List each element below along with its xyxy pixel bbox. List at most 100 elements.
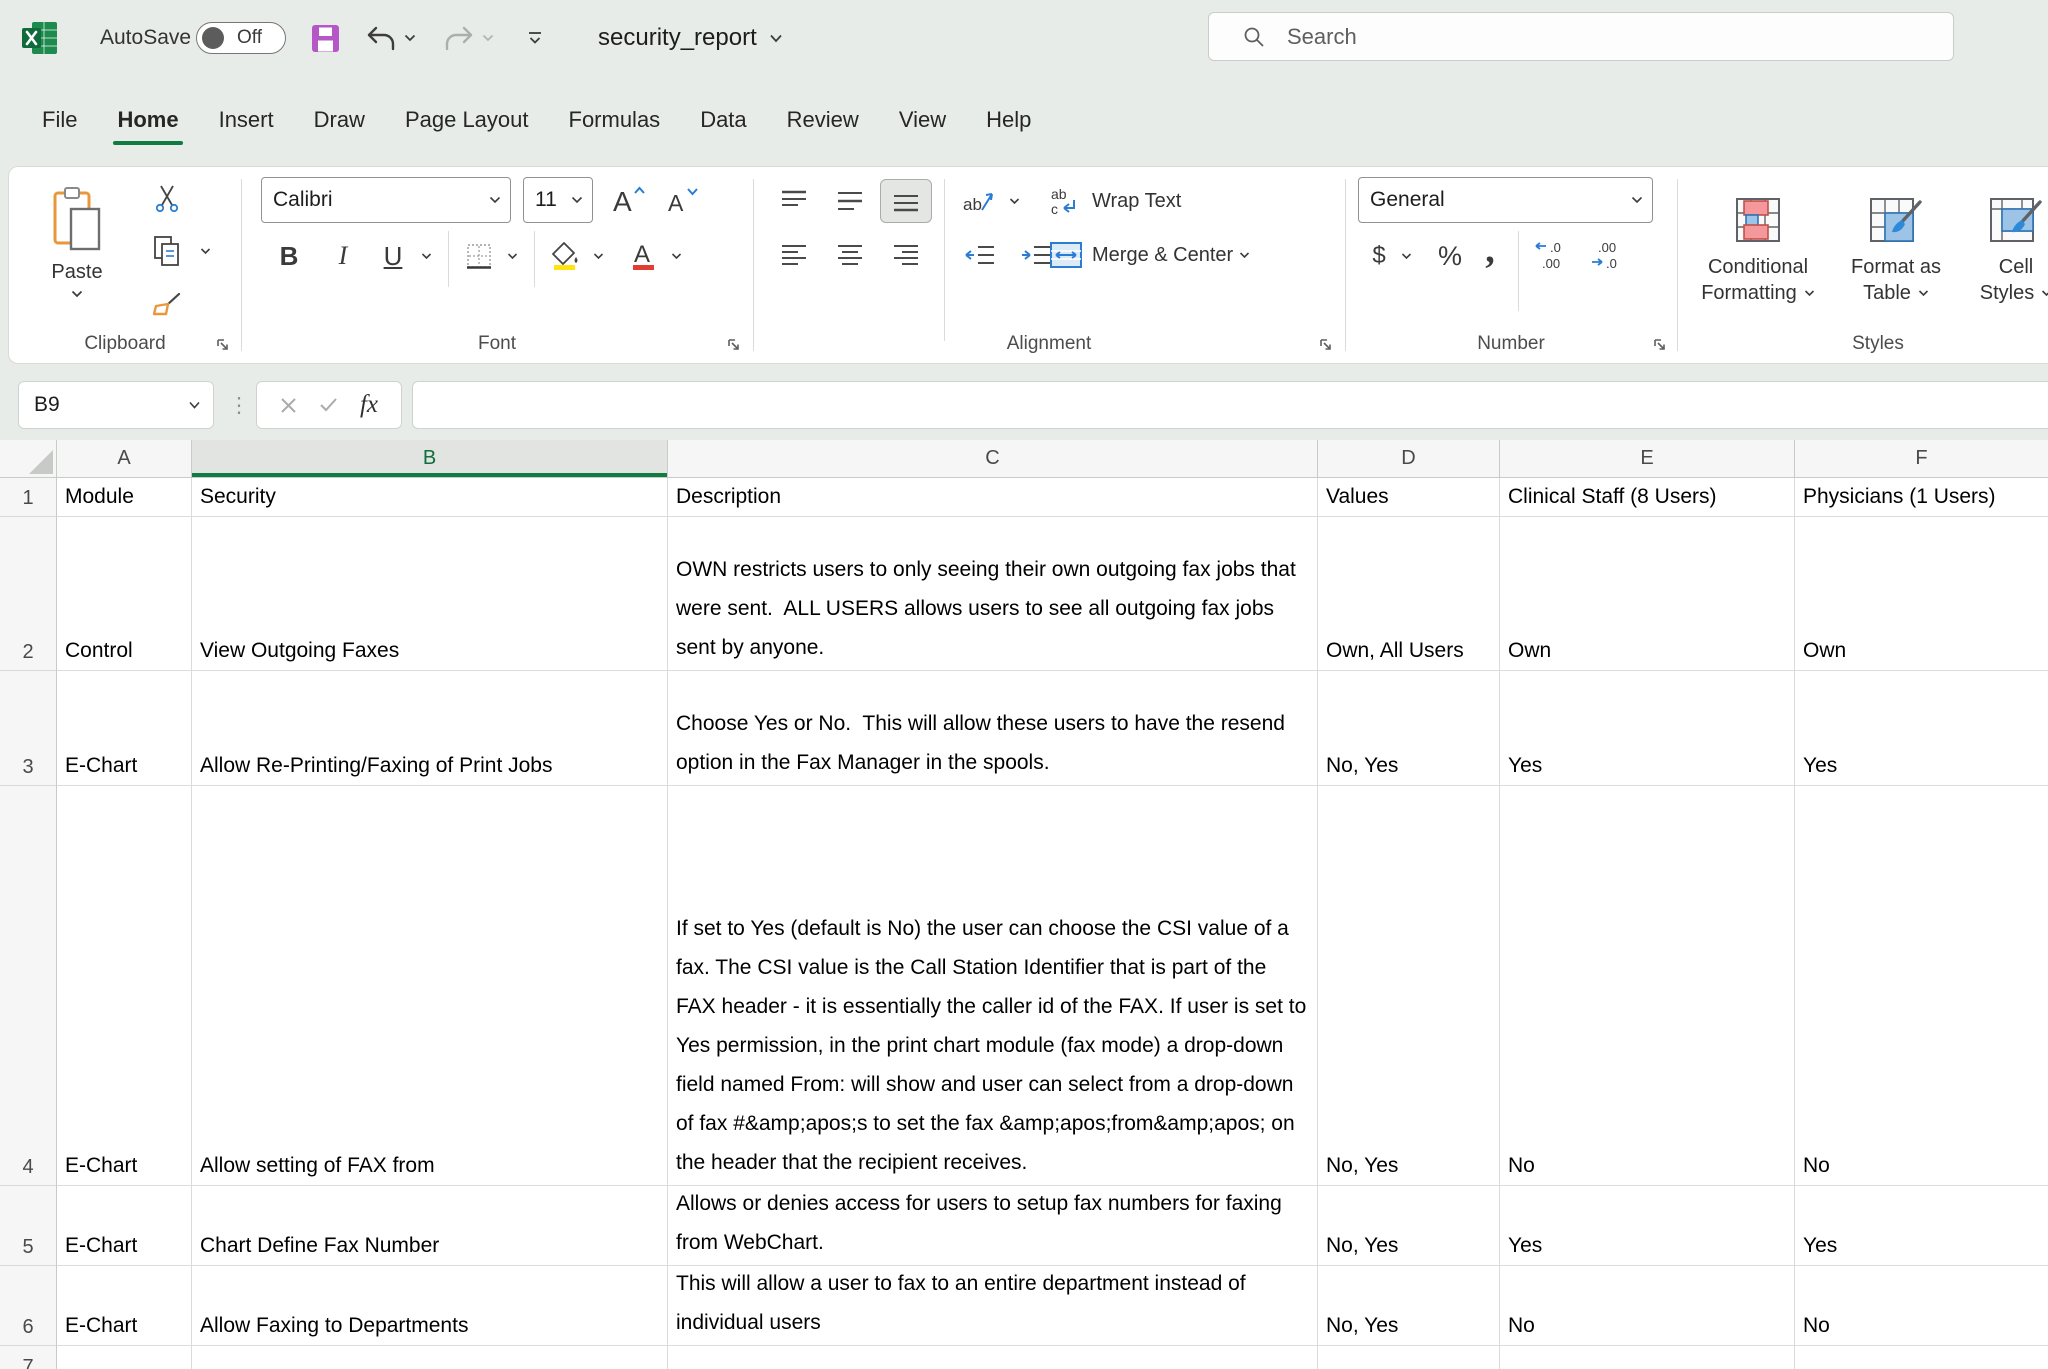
row-header-4[interactable]: 4: [0, 786, 57, 1186]
cell-b1[interactable]: Security: [192, 478, 668, 517]
formula-input[interactable]: [412, 381, 2048, 429]
column-header-e[interactable]: E: [1500, 440, 1795, 478]
cell-a1[interactable]: Module: [57, 478, 192, 517]
font-color-button[interactable]: A: [622, 233, 664, 279]
top-align-button[interactable]: [768, 179, 820, 223]
cell-f2[interactable]: Own: [1795, 517, 2048, 671]
tab-view[interactable]: View: [879, 93, 966, 147]
tab-page-layout[interactable]: Page Layout: [385, 93, 549, 147]
tab-insert[interactable]: Insert: [199, 93, 294, 147]
comma-style-button[interactable]: ,: [1474, 227, 1506, 273]
cell-d6[interactable]: No, Yes: [1318, 1266, 1500, 1346]
undo-menu-chevron[interactable]: [404, 0, 416, 76]
redo-button[interactable]: [444, 0, 474, 76]
italic-button[interactable]: I: [322, 233, 364, 279]
center-button[interactable]: [824, 233, 876, 277]
cell-c3[interactable]: Choose Yes or No. This will allow these …: [668, 671, 1318, 786]
number-dialog-launcher[interactable]: [1652, 337, 1668, 353]
cut-button[interactable]: [147, 179, 187, 219]
cell-f5[interactable]: Yes: [1795, 1186, 2048, 1266]
increase-decimal-button[interactable]: .0 .00: [1528, 233, 1580, 279]
autosave-toggle[interactable]: Off: [196, 22, 286, 54]
font-name-combobox[interactable]: Calibri: [261, 177, 511, 223]
cell-c6[interactable]: This will allow a user to fax to an enti…: [668, 1266, 1318, 1346]
cell-b5[interactable]: Chart Define Fax Number: [192, 1186, 668, 1266]
name-box[interactable]: B9: [18, 381, 214, 429]
decrease-font-size-button[interactable]: A: [658, 177, 706, 223]
cell-b2[interactable]: View Outgoing Faxes: [192, 517, 668, 671]
save-button[interactable]: [310, 0, 341, 76]
paste-button[interactable]: Paste: [27, 177, 127, 307]
row-header-7[interactable]: 7: [0, 1346, 57, 1369]
column-header-d[interactable]: D: [1318, 440, 1500, 478]
cell-f7[interactable]: [1795, 1346, 2048, 1369]
cell-f6[interactable]: No: [1795, 1266, 2048, 1346]
format-painter-button[interactable]: [147, 287, 187, 327]
percent-style-button[interactable]: %: [1430, 233, 1470, 279]
column-header-b[interactable]: B: [192, 440, 668, 478]
font-color-menu-chevron[interactable]: [664, 233, 688, 279]
font-dialog-launcher[interactable]: [726, 337, 742, 353]
cell-c7[interactable]: [668, 1346, 1318, 1369]
tab-data[interactable]: Data: [680, 93, 766, 147]
search-bar[interactable]: [1208, 12, 1954, 61]
cell-e7[interactable]: [1500, 1346, 1795, 1369]
middle-align-button[interactable]: [824, 179, 876, 223]
decrease-decimal-button[interactable]: .00 .0: [1584, 233, 1636, 279]
redo-menu-chevron[interactable]: [482, 0, 494, 76]
cell-e1[interactable]: Clinical Staff (8 Users): [1500, 478, 1795, 517]
cell-f3[interactable]: Yes: [1795, 671, 2048, 786]
cell-a6[interactable]: E-Chart: [57, 1266, 192, 1346]
insert-function-button[interactable]: fx: [360, 391, 378, 419]
accounting-format-button[interactable]: $: [1364, 233, 1394, 279]
copy-menu-chevron[interactable]: [195, 239, 215, 263]
cell-b3[interactable]: Allow Re-Printing/Faxing of Print Jobs: [192, 671, 668, 786]
cancel-icon[interactable]: [280, 397, 297, 414]
cell-a3[interactable]: E-Chart: [57, 671, 192, 786]
cell-b6[interactable]: Allow Faxing to Departments: [192, 1266, 668, 1346]
formula-bar-resize-handle[interactable]: ⋮: [232, 381, 246, 429]
font-size-combobox[interactable]: 11: [523, 177, 593, 223]
cell-c1[interactable]: Description: [668, 478, 1318, 517]
tab-formulas[interactable]: Formulas: [549, 93, 681, 147]
cell-c2[interactable]: OWN restricts users to only seeing their…: [668, 517, 1318, 671]
copy-button[interactable]: [147, 231, 187, 271]
increase-font-size-button[interactable]: A: [604, 177, 652, 223]
decrease-indent-button[interactable]: [954, 233, 1006, 277]
cell-styles-button[interactable]: Cell Styles: [1966, 175, 2048, 325]
underline-button[interactable]: U: [372, 233, 414, 279]
cell-d7[interactable]: [1318, 1346, 1500, 1369]
column-header-f[interactable]: F: [1795, 440, 2048, 478]
clipboard-dialog-launcher[interactable]: [215, 337, 231, 353]
cell-d1[interactable]: Values: [1318, 478, 1500, 517]
cell-e6[interactable]: No: [1500, 1266, 1795, 1346]
bold-button[interactable]: B: [268, 233, 310, 279]
wrap-text-button[interactable]: ab c Wrap Text: [1050, 179, 1181, 223]
cell-f1[interactable]: Physicians (1 Users): [1795, 478, 2048, 517]
row-header-1[interactable]: 1: [0, 478, 57, 517]
select-all-button[interactable]: [0, 440, 57, 478]
borders-menu-chevron[interactable]: [500, 233, 524, 279]
format-as-table-button[interactable]: Format as Table: [1836, 175, 1956, 325]
align-left-button[interactable]: [768, 233, 820, 277]
align-right-button[interactable]: [880, 233, 932, 277]
cell-e3[interactable]: Yes: [1500, 671, 1795, 786]
fill-color-button[interactable]: [544, 233, 586, 279]
cell-e5[interactable]: Yes: [1500, 1186, 1795, 1266]
cell-e4[interactable]: No: [1500, 786, 1795, 1186]
merge-center-button[interactable]: Merge & Center: [1050, 233, 1250, 277]
enter-icon[interactable]: [319, 397, 338, 413]
tab-review[interactable]: Review: [767, 93, 879, 147]
cell-f4[interactable]: No: [1795, 786, 2048, 1186]
cell-d3[interactable]: No, Yes: [1318, 671, 1500, 786]
accounting-format-chevron[interactable]: [1394, 233, 1418, 279]
cell-b7[interactable]: [192, 1346, 668, 1369]
cell-a2[interactable]: Control: [57, 517, 192, 671]
row-header-3[interactable]: 3: [0, 671, 57, 786]
tab-help[interactable]: Help: [966, 93, 1051, 147]
cell-d5[interactable]: No, Yes: [1318, 1186, 1500, 1266]
bottom-align-button[interactable]: [880, 179, 932, 223]
column-header-c[interactable]: C: [668, 440, 1318, 478]
row-header-2[interactable]: 2: [0, 517, 57, 671]
fill-color-menu-chevron[interactable]: [586, 233, 610, 279]
